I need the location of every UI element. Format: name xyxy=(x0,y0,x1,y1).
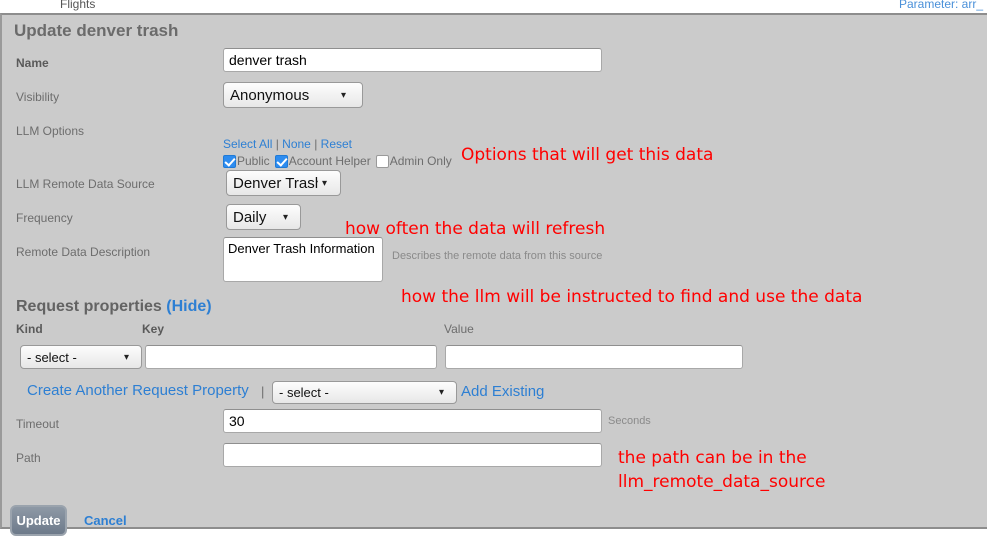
checkbox-item-account-helper[interactable]: Account Helper xyxy=(274,154,371,168)
select-all-link[interactable]: Select All xyxy=(223,137,272,151)
key-input[interactable] xyxy=(145,345,437,369)
checkbox-account-helper-label: Account Helper xyxy=(288,154,371,168)
label-visibility: Visibility xyxy=(16,90,60,104)
existing-property-select[interactable]: - select - xyxy=(272,381,457,404)
label-remote-data-description: Remote Data Description xyxy=(16,245,151,259)
remote-data-description-textarea[interactable]: Denver Trash Information xyxy=(223,237,383,282)
request-properties-heading-text: Request properties xyxy=(16,298,162,315)
checkbox-public-box[interactable] xyxy=(223,155,236,168)
checkbox-item-public[interactable]: Public xyxy=(223,154,270,168)
label-timeout: Timeout xyxy=(16,417,59,431)
kind-select[interactable]: - select - xyxy=(20,345,142,369)
label-name: Name xyxy=(16,56,49,70)
column-header-value: Value xyxy=(444,322,474,336)
label-llm-options: LLM Options xyxy=(16,124,85,138)
annotation-options: Options that will get this data xyxy=(461,145,714,165)
timeout-hint: Seconds xyxy=(608,415,651,427)
label-path: Path xyxy=(16,451,41,465)
update-form-panel: Update denver trash Name Visibility Anon… xyxy=(0,13,987,536)
column-header-kind: Kind xyxy=(16,322,43,336)
llm-options-checkbox-group: Public Account Helper Admin Only xyxy=(223,154,457,168)
checkbox-item-admin-only[interactable]: Admin Only xyxy=(375,154,452,168)
label-llm-remote-data-source: LLM Remote Data Source xyxy=(16,177,155,191)
label-frequency: Frequency xyxy=(16,211,73,225)
column-header-key: Key xyxy=(142,322,165,336)
value-input[interactable] xyxy=(445,345,743,369)
link-separator-1: | xyxy=(275,137,279,151)
parameter-link[interactable]: Parameter: arr_ xyxy=(899,0,983,11)
reset-link[interactable]: Reset xyxy=(321,137,352,151)
frequency-select[interactable]: Daily xyxy=(226,204,301,230)
request-properties-hide-link[interactable]: (Hide) xyxy=(166,298,211,315)
page-title: Update denver trash xyxy=(14,21,179,40)
select-none-link[interactable]: None xyxy=(282,137,311,151)
link-separator-2: | xyxy=(314,137,318,151)
update-button[interactable]: Update xyxy=(10,505,67,536)
request-properties-separator: | xyxy=(261,384,265,399)
create-another-request-property-link[interactable]: Create Another Request Property xyxy=(27,382,249,399)
checkbox-admin-only-box[interactable] xyxy=(375,155,389,168)
annotation-path-line-1: the path can be in the xyxy=(618,448,807,468)
tab-flights[interactable]: Flights xyxy=(60,0,95,11)
name-input[interactable] xyxy=(223,48,602,72)
browser-top-strip: Flights Parameter: arr_ xyxy=(0,0,987,13)
annotation-path-line-2: llm_remote_data_source xyxy=(618,472,826,492)
path-input[interactable] xyxy=(223,443,602,467)
llm-remote-data-source-select[interactable]: Denver Trash? xyxy=(226,170,341,196)
remote-data-description-hint: Describes the remote data from this sour… xyxy=(392,250,603,262)
llm-options-links: Select All | None | Reset xyxy=(223,137,352,151)
checkbox-account-helper-box[interactable] xyxy=(274,155,288,168)
annotation-request-properties: how the llm will be instructed to find a… xyxy=(401,287,863,307)
checkbox-admin-only-label: Admin Only xyxy=(389,154,452,168)
cancel-link[interactable]: Cancel xyxy=(84,513,127,528)
annotation-frequency: how often the data will refresh xyxy=(345,219,606,239)
checkbox-public-label: Public xyxy=(237,154,270,168)
visibility-select[interactable]: Anonymous xyxy=(223,82,363,108)
request-properties-heading: Request properties (Hide) xyxy=(16,298,212,316)
add-existing-link[interactable]: Add Existing xyxy=(461,383,544,400)
timeout-input[interactable] xyxy=(223,409,602,433)
